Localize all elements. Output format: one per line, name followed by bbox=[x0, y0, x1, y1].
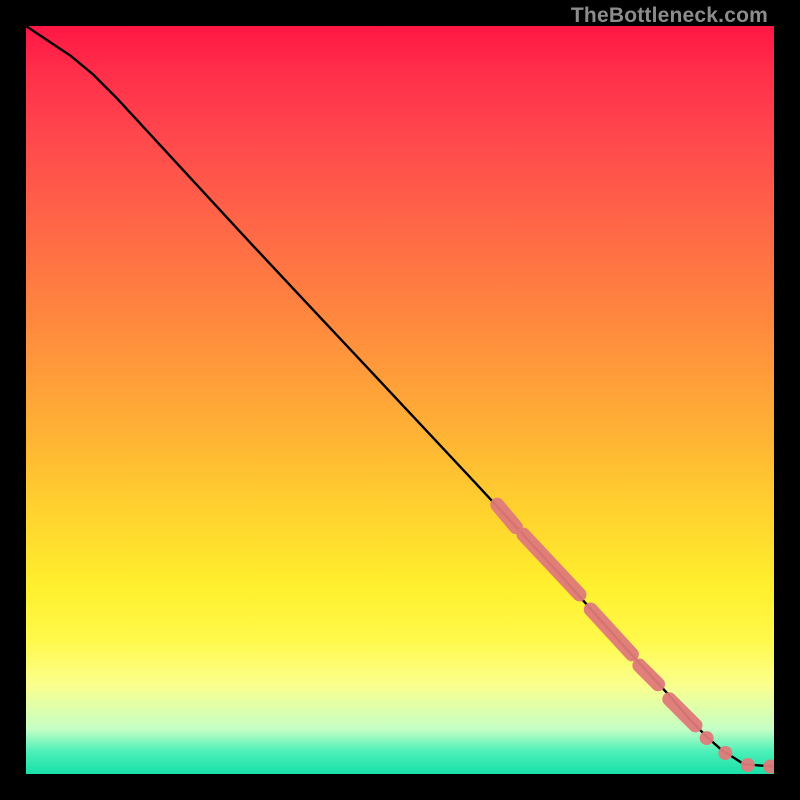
marker-dot bbox=[718, 746, 732, 760]
marker-cluster bbox=[591, 609, 632, 654]
marker-cluster bbox=[523, 535, 579, 595]
curve-line bbox=[26, 26, 774, 767]
chart-frame: TheBottleneck.com bbox=[0, 0, 800, 800]
marker-cluster bbox=[497, 505, 516, 527]
marker-cluster bbox=[639, 666, 658, 685]
marker-cluster bbox=[669, 699, 695, 725]
marker-dot bbox=[700, 731, 714, 745]
marker-dot bbox=[741, 758, 755, 772]
chart-overlay bbox=[26, 26, 774, 774]
watermark-text: TheBottleneck.com bbox=[571, 4, 768, 28]
marker-dot bbox=[763, 760, 774, 774]
marker-layer bbox=[497, 505, 774, 774]
curve-layer bbox=[26, 26, 774, 767]
